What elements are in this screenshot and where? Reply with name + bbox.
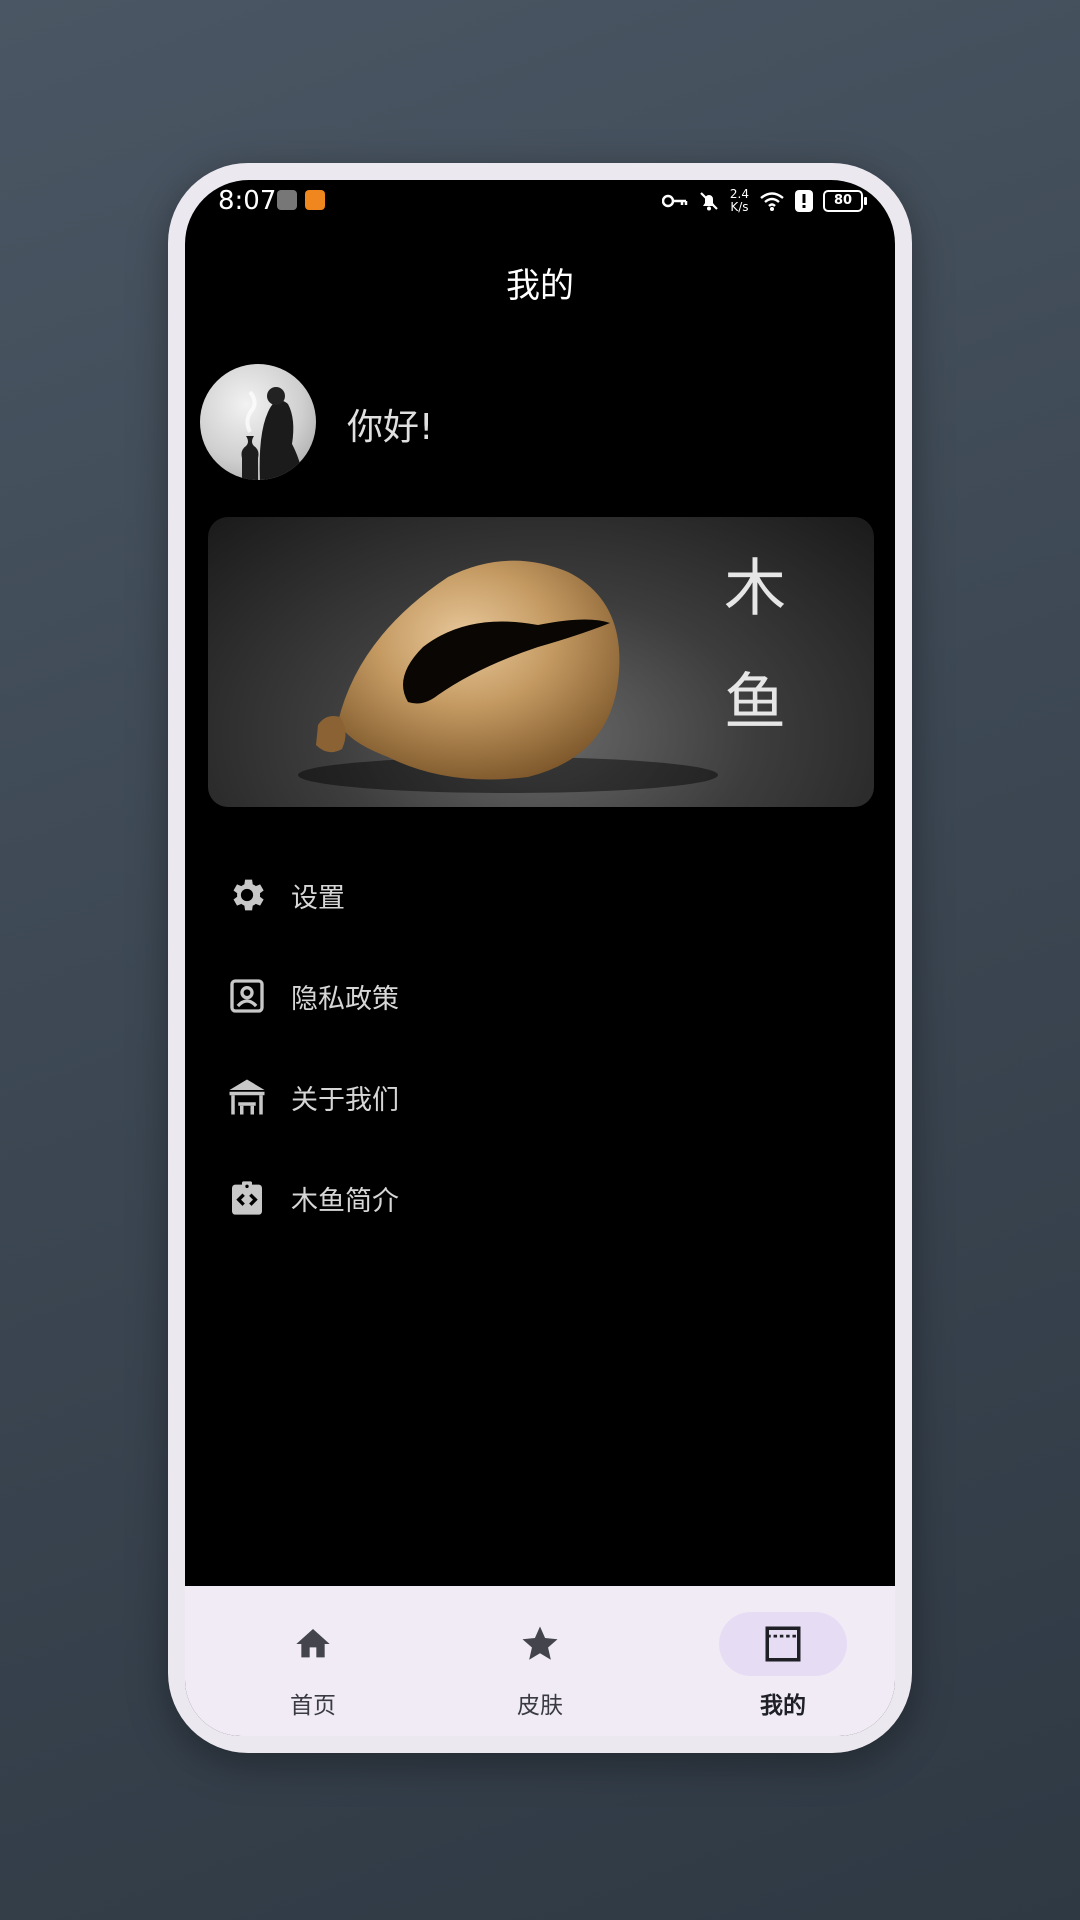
- alert-icon: [795, 190, 813, 212]
- net-speed: 2.4 K/s: [730, 188, 749, 214]
- wifi-icon: [760, 192, 784, 211]
- key-icon: [661, 194, 688, 208]
- pavilion-icon: [225, 1075, 269, 1119]
- avatar[interactable]: [200, 364, 316, 480]
- status-bar: 8:07 2.4 K/s 80: [185, 180, 895, 220]
- banner-title: 木 鱼: [713, 555, 786, 747]
- menu-item-settings[interactable]: 设置: [225, 860, 865, 930]
- monk-illustration: [241, 387, 304, 480]
- page-title: 我的: [506, 266, 574, 306]
- app-notification-icon: [305, 190, 325, 210]
- menu-item-privacy-policy[interactable]: 隐私政策: [225, 961, 865, 1031]
- menu-item-label: 木鱼简介: [291, 1185, 399, 1217]
- bell-off-icon: [700, 192, 718, 211]
- nav-skin[interactable]: 皮肤: [470, 1612, 610, 1722]
- menu-item-about-us[interactable]: 关于我们: [225, 1062, 865, 1132]
- menu-item-label: 设置: [291, 882, 345, 914]
- code-clipboard-icon: [225, 1176, 269, 1220]
- status-icons: 2.4 K/s 80: [661, 186, 867, 216]
- bottom-navigation: 首页 皮肤 我的: [185, 1586, 895, 1736]
- nav-mine[interactable]: 我的: [713, 1612, 853, 1722]
- nav-mine-label: 我的: [760, 1693, 806, 1719]
- account-box-icon: [225, 974, 269, 1018]
- nav-mine-pill: [719, 1612, 847, 1676]
- nav-home[interactable]: 首页: [243, 1612, 383, 1722]
- status-time: 8:07: [218, 186, 277, 216]
- hd-icon: [277, 190, 297, 210]
- nav-home-pill: [249, 1612, 377, 1676]
- banner-image: 木 鱼: [208, 517, 874, 807]
- menu-item-label: 隐私政策: [291, 983, 399, 1015]
- greeting-text: 你好!: [347, 407, 434, 448]
- gear-icon: [225, 873, 269, 917]
- nav-home-label: 首页: [290, 1693, 336, 1719]
- battery-icon: 80: [823, 190, 867, 212]
- home-icon: [296, 1629, 330, 1658]
- star-icon: [522, 1626, 558, 1660]
- menu-item-label: 关于我们: [291, 1084, 399, 1116]
- app-screen: 8:07 2.4 K/s 80 我的 你好! 木 鱼 设置 隐私政策 关于我们 …: [185, 180, 895, 1736]
- nav-skin-pill: [476, 1612, 604, 1676]
- net-speed-unit: K/s: [730, 200, 749, 214]
- menu-item-wooden-fish-intro[interactable]: 木鱼简介: [225, 1163, 865, 1233]
- nav-skin-label: 皮肤: [517, 1693, 563, 1719]
- window-icon: [765, 1626, 801, 1662]
